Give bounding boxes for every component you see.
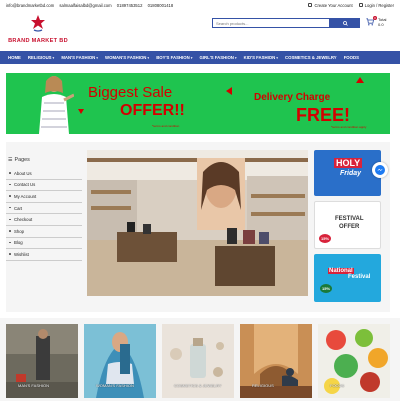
model-figure-image <box>39 76 74 134</box>
promo-national-festival[interactable]: National Festival 15% <box>314 254 381 302</box>
nav-item-label: KID'S FASHION <box>243 55 276 60</box>
sidebar-title-label: Pages <box>14 157 30 163</box>
category-card-foods[interactable]: FOODS <box>318 324 390 398</box>
messenger-icon <box>375 165 385 175</box>
contact-email[interactable]: info@brandmarketbd.com <box>6 3 54 8</box>
create-account-label: Create Your Account <box>314 2 353 8</box>
sidebar-list: About Us Contact Us My Account Cart Checkout… <box>6 168 82 261</box>
search-input[interactable] <box>212 18 330 28</box>
decor-triangle <box>356 77 364 83</box>
login-label: Login / Register <box>364 2 394 8</box>
chevron-down-icon: ▾ <box>96 56 99 60</box>
nav-item-label: GIRL'S FASHION <box>199 55 234 60</box>
nav-item[interactable]: KID'S FASHION▾ <box>244 55 278 60</box>
logo-text: BRAND MARKET BD <box>8 38 68 44</box>
sidebar-link[interactable]: Shop <box>6 226 82 238</box>
sidebar-link[interactable]: Blog <box>6 238 82 250</box>
nav-item[interactable]: MAN'S FASHION▾ <box>61 55 98 60</box>
nav-item[interactable]: RELIGIOUS▾ <box>28 55 54 60</box>
nav-item-label: RELIGIOUS <box>27 55 52 60</box>
nav-item[interactable]: FOODS <box>344 55 359 60</box>
site-header: BRAND MARKET BD 0 Total 0.0 <box>0 12 400 48</box>
promo-holy-subtitle: Friday <box>340 170 362 177</box>
nav-item[interactable]: BOY'S FASHION▾ <box>156 55 192 60</box>
chevron-down-icon: ▾ <box>276 56 279 60</box>
create-account-link[interactable]: Create Your Account <box>308 2 353 8</box>
nav-item-label: COSMETICS & JEWELRY <box>285 55 337 60</box>
nav-item-label: WOMAN'S FASHION <box>105 55 147 60</box>
user-icon <box>308 3 313 7</box>
cart-count-badge: 0 <box>373 16 377 20</box>
sidebar-link[interactable]: Wishlist <box>6 249 82 261</box>
nav-item[interactable]: WOMAN'S FASHION▾ <box>105 55 149 60</box>
promo-banner[interactable]: Biggest Sale OFFER!! Delivery Charge FRE… <box>6 73 390 134</box>
sidebar-link[interactable]: Checkout <box>6 214 82 226</box>
sidebar-link[interactable]: My Account <box>6 191 82 203</box>
sidebar-link[interactable]: Contact Us <box>6 180 82 192</box>
site-logo[interactable]: BRAND MARKET BD <box>6 14 68 46</box>
banner-offer: OFFER!! <box>120 102 185 119</box>
lock-icon <box>358 3 363 7</box>
contact-email[interactable]: salmaalfaisalbd@gmail.com <box>59 3 111 8</box>
category-label: FOODS <box>330 383 345 388</box>
messenger-chat-button[interactable] <box>372 162 388 178</box>
nav-item-label: HOME <box>8 55 21 60</box>
promo-national-subtitle: Festival <box>348 274 371 280</box>
promo-national-badge: 15% <box>320 284 333 293</box>
promo-festival-subtitle: OFFER <box>339 224 360 230</box>
promo-festival-offer[interactable]: FESTIVAL OFFER 15% <box>314 201 381 249</box>
foods-image <box>318 324 390 398</box>
promo-holy-title: HOLY <box>334 158 363 168</box>
search-bar <box>212 18 360 28</box>
category-card-cosmetics[interactable]: COSMETICS & JEWELRY <box>162 324 234 398</box>
category-label: RELIGIOUS <box>252 383 274 388</box>
banner-delivery: Delivery Charge <box>254 92 331 103</box>
decor-triangle <box>226 87 232 95</box>
decor-triangle <box>78 109 84 114</box>
chevron-down-icon: ▾ <box>52 56 55 60</box>
search-button[interactable] <box>330 18 360 28</box>
nav-item-label: BOY'S FASHION <box>156 55 190 60</box>
nav-item-label: MAN'S FASHION <box>61 55 96 60</box>
sidebar-title: ☰ Pages <box>6 152 82 168</box>
cart-total-amount: 0.0 <box>378 22 384 27</box>
banner-terms: *terms and condition <box>152 124 180 128</box>
banner-free: FREE! <box>296 105 350 125</box>
promo-festival-title: FESTIVAL <box>335 216 364 222</box>
promo-holy-friday[interactable]: HOLY Friday <box>314 150 381 196</box>
category-card-mens[interactable]: MAN'S FASHION <box>6 324 78 398</box>
contact-phone: 01897453512 <box>116 2 143 8</box>
nav-item[interactable]: GIRL'S FASHION▾ <box>199 55 236 60</box>
banner-headline: Biggest Sale <box>88 84 173 101</box>
top-info-bar: info@brandmarketbd.com salmaalfaisalbd@g… <box>0 0 400 10</box>
search-icon <box>342 20 348 26</box>
chevron-down-icon: ▾ <box>234 56 237 60</box>
category-label: MAN'S FASHION <box>18 383 49 388</box>
nav-item-label: FOODS <box>343 55 359 60</box>
nav-item[interactable]: COSMETICS & JEWELRY <box>285 55 337 60</box>
chevron-down-icon: ▾ <box>147 56 150 60</box>
pages-sidebar: ☰ Pages About Us Contact Us My Account Cart… <box>6 152 82 302</box>
nav-item[interactable]: HOME <box>8 55 21 60</box>
promo-festival-badge: 15% <box>319 234 332 243</box>
banner-terms: *terms and condition apply <box>331 125 367 129</box>
cart-widget[interactable]: 0 Total 0.0 <box>366 16 396 30</box>
main-nav: HOME RELIGIOUS▾ MAN'S FASHION▾ WOMAN'S FASH… <box>0 51 400 64</box>
logo-icon <box>31 15 45 32</box>
sidebar-link[interactable]: Cart <box>6 203 82 215</box>
sidebar-link[interactable]: About Us <box>6 168 82 180</box>
religious-image <box>240 324 312 398</box>
login-link[interactable]: Login / Register <box>358 2 394 8</box>
category-label: WOMAN'S FASHION <box>96 383 134 388</box>
contact-phone: 01808001418 <box>147 2 174 8</box>
category-card-religious[interactable]: RELIGIOUS <box>240 324 312 398</box>
contact-info: info@brandmarketbd.com salmaalfaisalbd@g… <box>6 3 177 8</box>
menu-icon: ☰ <box>8 157 13 163</box>
category-label: COSMETICS & JEWELRY <box>174 383 222 388</box>
category-card-womens[interactable]: WOMAN'S FASHION <box>84 324 156 398</box>
store-photo-image[interactable] <box>87 150 308 296</box>
chevron-down-icon: ▾ <box>190 56 193 60</box>
